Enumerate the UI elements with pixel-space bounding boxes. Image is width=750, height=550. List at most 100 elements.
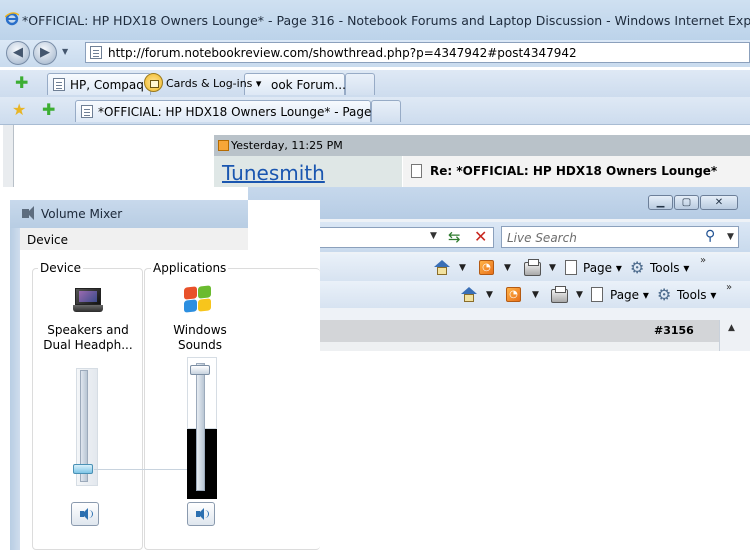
tab-hdx18-lounge[interactable]: *OFFICIAL: HP HDX18 Owners Lounge* - Pag… — [75, 100, 402, 122]
post-timestamp: Yesterday, 11:25 PM — [231, 139, 343, 152]
volume-mixer-body: Device Applications Speakers and Dual He… — [20, 250, 320, 550]
scroll-up-arrow[interactable]: ▲ — [728, 323, 735, 333]
forward-button[interactable]: ▶ — [33, 41, 57, 65]
mute-icon — [205, 510, 209, 518]
search-icon[interactable]: ⚲ — [705, 228, 715, 244]
app-name-line2: Sounds — [177, 338, 223, 352]
lock-icon[interactable] — [144, 73, 163, 92]
speaker-icon — [22, 206, 34, 220]
cards-logins-menu[interactable]: Cards & Log-ins ▾ — [166, 77, 261, 90]
app-mute-button[interactable] — [187, 502, 215, 526]
post-header: Yesterday, 11:25 PM — [214, 135, 750, 156]
home-dropdown[interactable]: ▼ — [459, 263, 466, 273]
window-frame — [10, 228, 20, 550]
search-dropdown-arrow[interactable]: ▼ — [727, 232, 734, 242]
add-favorite-icon[interactable]: ✚ — [42, 102, 55, 118]
post-user-cell: Tunesmith — [214, 156, 402, 187]
post-status-icon — [218, 140, 229, 151]
volume-mixer-menu-bar: Device — [20, 228, 248, 251]
cards-logins-label: Cards & Log-ins — [166, 77, 253, 90]
post-number-row: #3156 — [248, 320, 750, 342]
applications-group-label: Applications — [151, 261, 229, 275]
rss-dropdown[interactable]: ▼ — [504, 263, 511, 273]
device-menu[interactable]: Device — [27, 233, 68, 247]
tab-hp-compaq[interactable]: HP, Compaq — [47, 73, 151, 95]
page-icon — [81, 105, 93, 118]
app-channel-label: Windows Sounds — [161, 323, 239, 353]
volume-mixer-title-bar: Volume Mixer — [10, 200, 248, 228]
url-text: http://forum.notebookreview.com/showthre… — [108, 46, 577, 60]
rss-dropdown[interactable]: ▼ — [532, 290, 539, 300]
device-channel-label: Speakers and Dual Headph... — [43, 323, 133, 353]
post-number[interactable]: #3156 — [654, 324, 694, 337]
page-menu-label: Page — [583, 261, 613, 275]
print-icon[interactable] — [551, 286, 568, 303]
volume-mixer-title: Volume Mixer — [41, 207, 123, 221]
page-menu-button[interactable]: Page ▾ — [583, 261, 622, 275]
device-name-line1: Speakers and — [47, 323, 129, 337]
print-icon[interactable] — [524, 259, 541, 276]
rss-icon[interactable]: ◔ — [479, 260, 494, 275]
favorites-star-icon[interactable]: ★ — [12, 102, 26, 118]
post-title: Re: *OFFICIAL: HP HDX18 Owners Lounge* — [430, 164, 718, 178]
tab-row-1: ✚ HP, Compaq ook Forum... — [0, 70, 750, 97]
tools-menu-button[interactable]: Tools ▾ — [650, 261, 689, 275]
new-tab-button[interactable] — [371, 100, 401, 122]
laptop-icon[interactable] — [73, 288, 103, 314]
address-bar-row: ◀ ▶ ▼ http://forum.notebookreview.com/sh… — [0, 40, 750, 67]
home-dropdown[interactable]: ▼ — [486, 290, 493, 300]
post-title-cell: Re: *OFFICIAL: HP HDX18 Owners Lounge* — [403, 156, 750, 187]
device-mute-button[interactable] — [71, 502, 99, 526]
mute-icon — [89, 510, 93, 518]
back-button[interactable]: ◀ — [6, 41, 30, 65]
address-dropdown-arrow[interactable]: ▼ — [430, 231, 437, 241]
maximize-button[interactable]: ▢ — [674, 195, 699, 210]
tools-menu-button[interactable]: Tools ▾ — [677, 288, 716, 302]
device-volume-slider[interactable] — [73, 463, 93, 474]
stop-icon[interactable]: ✕ — [474, 227, 487, 246]
live-search-input[interactable]: Live Search ⚲ ▼ — [501, 226, 739, 248]
page-menu-icon — [591, 287, 603, 302]
content-strip — [248, 342, 750, 351]
ie-logo-icon — [4, 12, 20, 26]
add-favorite-icon[interactable]: ✚ — [15, 75, 28, 91]
search-placeholder: Live Search — [507, 231, 577, 245]
home-icon[interactable] — [434, 260, 450, 275]
address-field[interactable]: http://forum.notebookreview.com/showthre… — [85, 42, 750, 63]
page-menu-button[interactable]: Page ▾ — [610, 288, 649, 302]
close-button[interactable]: ✕ — [700, 195, 738, 210]
forward-icon: ▶ — [40, 45, 50, 60]
app-volume-track[interactable] — [196, 363, 205, 491]
app-name-line1: Windows — [173, 323, 227, 337]
print-dropdown[interactable]: ▼ — [576, 290, 583, 300]
tab-label: HP, Compaq — [70, 78, 144, 92]
windows-logo-icon[interactable] — [183, 285, 213, 314]
rss-icon[interactable]: ◔ — [506, 287, 521, 302]
toolbar-chevron[interactable]: » — [700, 255, 706, 266]
page-menu-icon — [565, 260, 577, 275]
page-icon — [90, 46, 102, 59]
new-tab-button[interactable] — [345, 73, 375, 95]
volume-mixer-window: Volume Mixer Device Device Applications … — [0, 200, 320, 550]
tools-menu-label: Tools — [677, 288, 707, 302]
toolbar-chevron[interactable]: » — [726, 282, 732, 293]
back-icon: ◀ — [13, 45, 23, 60]
print-dropdown[interactable]: ▼ — [549, 263, 556, 273]
tab-label: ook Forum... — [271, 78, 346, 92]
username-link[interactable]: Tunesmith — [222, 161, 325, 185]
browser-window-2: ▁ ▢ ✕ ▼ ⇆ ✕ Live Search ⚲ ▼ ▼ ◔ ▼ ▼ Page… — [248, 187, 750, 351]
refresh-icon[interactable]: ⇆ — [448, 228, 461, 246]
tab-label: *OFFICIAL: HP HDX18 Owners Lounge* - Pag… — [98, 105, 402, 119]
vertical-scrollbar[interactable]: ▲ — [719, 320, 750, 351]
minimize-button[interactable]: ▁ — [648, 195, 673, 210]
device-name-line2: Dual Headph... — [43, 338, 133, 352]
command-bar-1: ▼ ◔ ▼ ▼ Page ▾ ⚙ Tools ▾ » — [248, 254, 750, 281]
post-document-icon — [411, 164, 422, 178]
left-column — [3, 125, 14, 187]
page-content: Yesterday, 11:25 PM Tunesmith Re: *OFFIC… — [0, 125, 750, 187]
tools-gear-icon: ⚙ — [657, 285, 672, 304]
ie2-title-bar: ▁ ▢ ✕ — [248, 187, 750, 219]
app-volume-slider[interactable] — [190, 365, 210, 376]
home-icon[interactable] — [461, 287, 477, 302]
recent-pages-dropdown[interactable]: ▼ — [62, 47, 68, 56]
